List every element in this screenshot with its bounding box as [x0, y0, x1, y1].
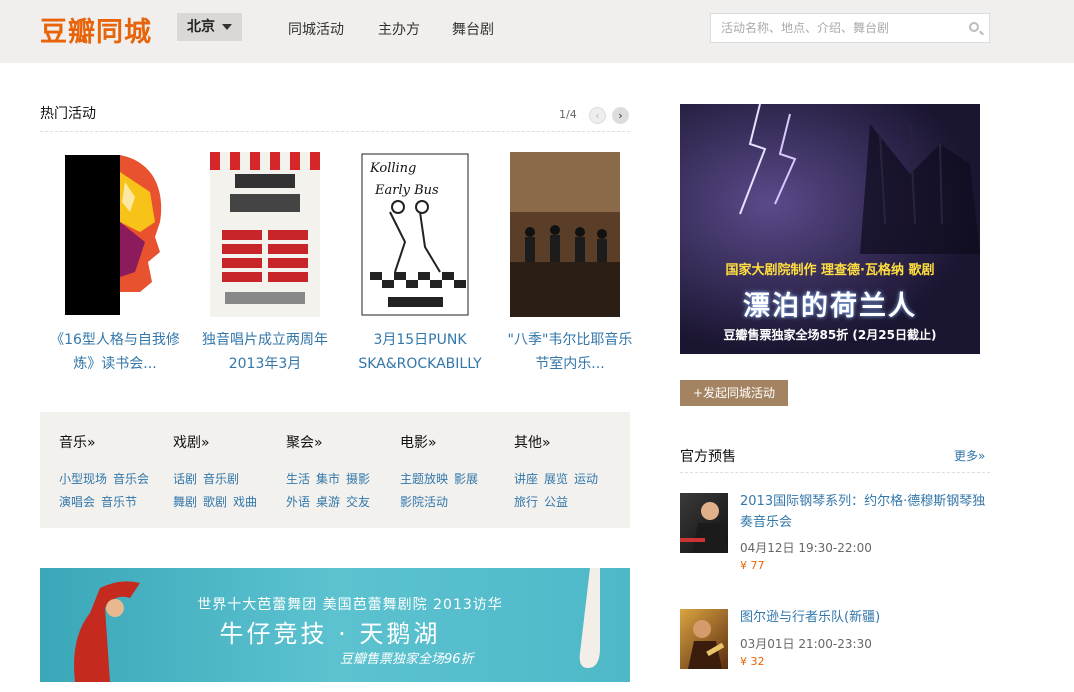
nav-organizers[interactable]: 主办方 — [378, 19, 420, 39]
launch-event-button[interactable]: +发起同城活动 — [680, 380, 788, 406]
event-price: ¥ 32 — [740, 655, 765, 668]
tag-link[interactable]: 舞剧 — [173, 495, 197, 509]
category-drama: 戏剧» 话剧 音乐剧 舞剧 歌剧 戏曲 — [173, 432, 273, 514]
category-party: 聚会» 生活 集市 摄影 外语 桌游 交友 — [286, 432, 386, 514]
tag-link[interactable]: 桌游 — [316, 495, 340, 509]
tag-link[interactable]: 讲座 — [514, 472, 538, 486]
city-label: 北京 — [187, 19, 215, 35]
event-poster-personality[interactable] — [60, 152, 170, 317]
ad-subtitle: 国家大剧院制作 理查德·瓦格纳 歌剧 — [725, 263, 935, 278]
tag-link[interactable]: 话剧 — [173, 472, 197, 486]
banner-subtitle: 世界十大芭蕾舞团 美国芭蕾舞剧院 2013访华 — [197, 597, 503, 613]
tag-link[interactable]: 运动 — [574, 472, 598, 486]
tag-link[interactable]: 集市 — [316, 472, 340, 486]
event-card-title[interactable]: 《16型人格与自我修炼》读书会... — [50, 328, 180, 376]
tag-link[interactable]: 主题放映 — [400, 472, 448, 486]
event-time: 03月01日 21:00-23:30 — [740, 637, 872, 651]
tag-link[interactable]: 歌剧 — [203, 495, 227, 509]
event-price: ¥ 77 — [740, 559, 765, 572]
official-presale-title: 官方预售 — [680, 449, 736, 465]
tag-link[interactable]: 小型现场 — [59, 472, 107, 486]
top-header: 豆瓣同城 北京 同城活动 主办方 舞台剧 — [0, 0, 1074, 63]
category-music: 音乐» 小型现场 音乐会 演唱会 音乐节 — [59, 432, 159, 514]
event-poster-records[interactable] — [210, 152, 320, 317]
tag-link[interactable]: 音乐剧 — [203, 472, 239, 486]
nav-stage-drama[interactable]: 舞台剧 — [452, 19, 494, 39]
page-indicator: 1/4 — [559, 108, 577, 121]
prev-page-button[interactable]: ‹ — [589, 107, 606, 124]
tag-link[interactable]: 音乐节 — [101, 495, 137, 509]
event-title[interactable]: 2013国际钢琴系列：约尔格·德穆斯钢琴独奏音乐会 — [740, 491, 990, 533]
divider — [680, 472, 990, 473]
event-poster-punk[interactable]: Kolling Early Bus — [360, 152, 470, 317]
ad-title: 漂泊的荷兰人 — [743, 291, 917, 322]
event-card-title[interactable]: "八季"韦尔比耶音乐节室内乐... — [505, 328, 635, 376]
category-heading[interactable]: 戏剧» — [173, 432, 273, 452]
tag-link[interactable]: 影院活动 — [400, 495, 448, 509]
event-card-title[interactable]: 3月15日PUNK SKA&ROCKABILLY — [355, 328, 485, 376]
category-heading[interactable]: 聚会» — [286, 432, 386, 452]
opera-ad[interactable]: 国家大剧院制作 理查德·瓦格纳 歌剧 漂泊的荷兰人 豆瓣售票独家全场85折 (2… — [680, 104, 980, 354]
category-heading[interactable]: 电影» — [400, 432, 500, 452]
event-title[interactable]: 图尔逊与行者乐队(新疆) — [740, 607, 990, 628]
hot-events-title: 热门活动 — [40, 106, 96, 122]
event-time: 04月12日 19:30-22:00 — [740, 541, 872, 555]
storm-illustration — [739, 104, 980, 254]
banner-discount: 豆瓣售票独家全场96折 — [340, 652, 474, 667]
category-other: 其他» 讲座 展览 运动 旅行 公益 — [514, 432, 614, 514]
city-selector[interactable]: 北京 — [177, 13, 242, 41]
svg-text:Early Bus: Early Bus — [374, 183, 439, 198]
event-thumb-piano[interactable] — [680, 493, 728, 553]
caret-down-icon — [222, 24, 232, 30]
category-film: 电影» 主题放映 影展 影院活动 — [400, 432, 500, 514]
tag-link[interactable]: 外语 — [286, 495, 310, 509]
ballet-banner[interactable]: 世界十大芭蕾舞团 美国芭蕾舞剧院 2013访华 牛仔竞技 · 天鹅湖 豆瓣售票独… — [40, 568, 630, 682]
tag-link[interactable]: 公益 — [544, 495, 568, 509]
tag-link[interactable]: 演唱会 — [59, 495, 95, 509]
dancer-illustration — [74, 581, 140, 682]
category-panel: 音乐» 小型现场 音乐会 演唱会 音乐节 戏剧» 话剧 音乐剧 舞剧 歌剧 戏曲 聚会» … — [40, 412, 630, 528]
search-input[interactable] — [721, 20, 961, 36]
category-heading[interactable]: 其他» — [514, 432, 614, 452]
tag-link[interactable]: 戏曲 — [233, 495, 257, 509]
svg-text:Kolling: Kolling — [369, 161, 416, 176]
next-page-button[interactable]: › — [612, 107, 629, 124]
event-poster-chamber[interactable] — [510, 152, 620, 317]
tag-link[interactable]: 音乐会 — [113, 472, 149, 486]
search-icon[interactable] — [969, 22, 979, 32]
ad-discount: 豆瓣售票独家全场85折 (2月25日截止) — [723, 328, 937, 342]
douban-logo[interactable]: 豆瓣同城 — [40, 10, 152, 49]
banner-title: 牛仔竞技 · 天鹅湖 — [219, 620, 441, 648]
ballet-shoe-illustration — [579, 568, 600, 668]
tag-link[interactable]: 生活 — [286, 472, 310, 486]
divider — [40, 131, 630, 132]
search-box — [710, 13, 990, 43]
tag-link[interactable]: 影展 — [454, 472, 478, 486]
tag-link[interactable]: 摄影 — [346, 472, 370, 486]
event-thumb-band[interactable] — [680, 609, 728, 669]
tag-link[interactable]: 展览 — [544, 472, 568, 486]
tag-link[interactable]: 交友 — [346, 495, 370, 509]
category-heading[interactable]: 音乐» — [59, 432, 159, 452]
more-link[interactable]: 更多» — [954, 447, 985, 464]
nav-events[interactable]: 同城活动 — [288, 19, 344, 39]
event-card-title[interactable]: 独音唱片成立两周年2013年3月 — [200, 328, 330, 376]
tag-link[interactable]: 旅行 — [514, 495, 538, 509]
